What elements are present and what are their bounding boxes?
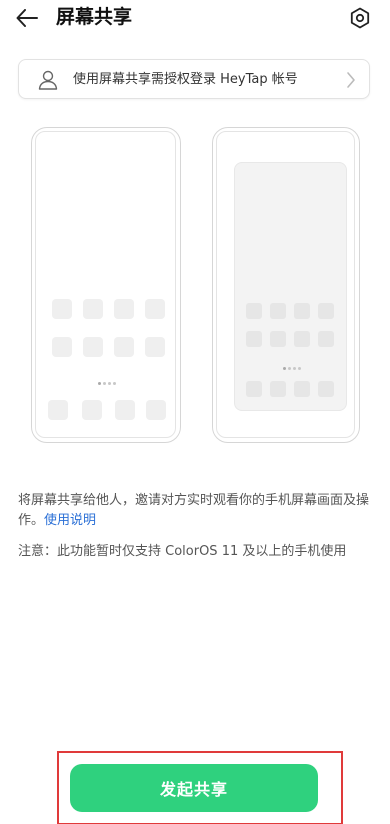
user-icon [38, 70, 58, 90]
app-tile [145, 299, 165, 319]
page-indicator-dot [113, 382, 116, 385]
app-tile [246, 303, 262, 319]
phone-illustration-viewer [212, 127, 360, 443]
app-tile [318, 331, 334, 347]
dock-tile [48, 400, 68, 420]
dock-tile [318, 381, 334, 397]
dock-tile [270, 381, 286, 397]
app-tile [270, 303, 286, 319]
page-indicator-dot [98, 382, 101, 385]
account-login-card[interactable]: 使用屏幕共享需授权登录 HeyTap 帐号 [18, 59, 370, 99]
feature-description: 将屏幕共享给他人，邀请对方实时观看你的手机屏幕画面及操作。使用说明 [18, 491, 374, 531]
back-button[interactable] [14, 6, 40, 30]
page-indicator-dot [298, 367, 301, 370]
page-indicator-dot [108, 382, 111, 385]
app-tile [114, 337, 134, 357]
dock-tile [294, 381, 310, 397]
start-sharing-button[interactable]: 发起共享 [70, 764, 318, 812]
page-indicator-dot [293, 367, 296, 370]
account-login-text: 使用屏幕共享需授权登录 HeyTap 帐号 [73, 72, 298, 87]
app-tile [318, 303, 334, 319]
app-tile [83, 337, 103, 357]
arrow-left-icon [16, 9, 38, 27]
app-tile [270, 331, 286, 347]
phone-illustration-sender [31, 127, 181, 443]
usage-instructions-link[interactable]: 使用说明 [44, 513, 96, 528]
phone-screen [35, 131, 176, 438]
page-indicator-dot [103, 382, 106, 385]
app-tile [246, 331, 262, 347]
start-sharing-label: 发起共享 [159, 780, 228, 799]
gear-icon [350, 7, 370, 29]
app-tile [83, 299, 103, 319]
settings-button[interactable] [348, 6, 372, 30]
phone-screen [216, 131, 355, 438]
app-tile [114, 299, 134, 319]
app-tile [294, 331, 310, 347]
page-indicator-dot [283, 367, 286, 370]
dock-tile [115, 400, 135, 420]
chevron-right-icon [347, 72, 355, 88]
page-indicator-dot [288, 367, 291, 370]
compatibility-note: 注意：此功能暂时仅支持 ColorOS 11 及以上的手机使用 [18, 544, 347, 559]
dock-tile [246, 381, 262, 397]
page-title: 屏幕共享 [56, 6, 133, 28]
app-tile [145, 337, 165, 357]
dock-tile [146, 400, 166, 420]
shared-screen-preview [234, 162, 347, 411]
app-tile [52, 299, 72, 319]
app-tile [294, 303, 310, 319]
app-tile [52, 337, 72, 357]
dock-tile [82, 400, 102, 420]
top-bar: 屏幕共享 [0, 0, 390, 36]
